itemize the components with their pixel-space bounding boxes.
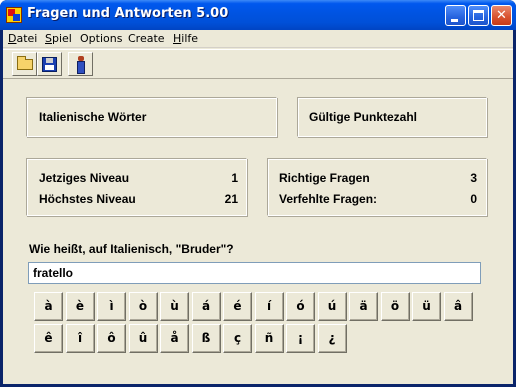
- max-level-value: 21: [224, 192, 238, 206]
- score-panel: Gültige Punktezahl: [297, 97, 487, 137]
- char-button[interactable]: å: [160, 324, 189, 353]
- char-button[interactable]: ß: [191, 324, 221, 353]
- save-disk-icon: [42, 57, 57, 72]
- menu-datei[interactable]: Datei: [8, 32, 37, 45]
- menu-hilfe[interactable]: Hilfe: [173, 32, 198, 45]
- char-button[interactable]: ñ: [254, 324, 284, 353]
- char-button[interactable]: ù: [160, 292, 189, 321]
- max-level-label: Höchstes Niveau: [39, 192, 136, 206]
- menu-create[interactable]: Create: [128, 32, 165, 45]
- title-bar[interactable]: Fragen und Antworten 5.00 ✕: [0, 0, 516, 30]
- player-button[interactable]: [68, 52, 93, 76]
- menu-spiel[interactable]: Spiel: [45, 32, 72, 45]
- char-button[interactable]: ¿: [317, 324, 347, 353]
- failed-label: Verfehlte Fragen:: [279, 192, 378, 206]
- char-button[interactable]: ç: [223, 324, 252, 353]
- char-button[interactable]: è: [65, 292, 95, 321]
- close-button[interactable]: ✕: [491, 5, 512, 26]
- char-button[interactable]: ä: [349, 292, 378, 321]
- current-level-label: Jetziges Niveau: [39, 171, 130, 185]
- char-button[interactable]: î: [65, 324, 95, 353]
- valid-score-label: Gültige Punktezahl: [309, 110, 418, 124]
- save-button[interactable]: [37, 52, 62, 76]
- minimize-icon: [451, 19, 458, 22]
- minimize-button[interactable]: [445, 5, 466, 26]
- char-button[interactable]: ô: [97, 324, 126, 353]
- menu-bar: Datei Spiel Options Create Hilfe: [3, 30, 513, 48]
- char-button[interactable]: ì: [97, 292, 126, 321]
- char-button[interactable]: ü: [412, 292, 441, 321]
- current-level-value: 1: [231, 171, 238, 185]
- close-icon: ✕: [496, 8, 507, 23]
- answer-input[interactable]: [28, 262, 481, 284]
- char-button[interactable]: í: [254, 292, 284, 321]
- char-button[interactable]: á: [191, 292, 221, 321]
- topic-label: Italienische Wörter: [39, 110, 147, 124]
- question-text: Wie heißt, auf Italienisch, "Bruder"?: [29, 242, 234, 256]
- char-button[interactable]: à: [34, 292, 63, 321]
- correct-value: 3: [470, 171, 477, 185]
- char-button[interactable]: â: [443, 292, 473, 321]
- maximize-icon: [473, 10, 484, 21]
- char-button[interactable]: ú: [317, 292, 347, 321]
- char-button[interactable]: ó: [286, 292, 315, 321]
- app-window: Fragen und Antworten 5.00 ✕ Datei Spiel …: [0, 0, 516, 387]
- level-panel: Jetziges Niveau 1 Höchstes Niveau 21: [26, 158, 247, 216]
- menu-options[interactable]: Options: [80, 32, 122, 45]
- char-button[interactable]: û: [128, 324, 158, 353]
- maximize-button[interactable]: [468, 5, 489, 26]
- person-icon: [77, 56, 85, 74]
- char-button[interactable]: é: [223, 292, 252, 321]
- open-button[interactable]: [12, 52, 37, 76]
- char-button[interactable]: ò: [128, 292, 158, 321]
- char-button[interactable]: ¡: [286, 324, 315, 353]
- failed-value: 0: [470, 192, 477, 206]
- char-button[interactable]: ö: [380, 292, 410, 321]
- char-button[interactable]: ê: [34, 324, 63, 353]
- toolbar: [3, 49, 513, 79]
- stats-panel: Richtige Fragen 3 Verfehlte Fragen: 0: [267, 158, 487, 216]
- client-area: Datei Spiel Options Create Hilfe Italien…: [3, 30, 513, 384]
- topic-panel: Italienische Wörter: [26, 97, 277, 137]
- app-icon: [6, 7, 22, 23]
- correct-label: Richtige Fragen: [279, 171, 370, 185]
- window-title: Fragen und Antworten 5.00: [27, 6, 229, 21]
- open-folder-icon: [17, 56, 33, 70]
